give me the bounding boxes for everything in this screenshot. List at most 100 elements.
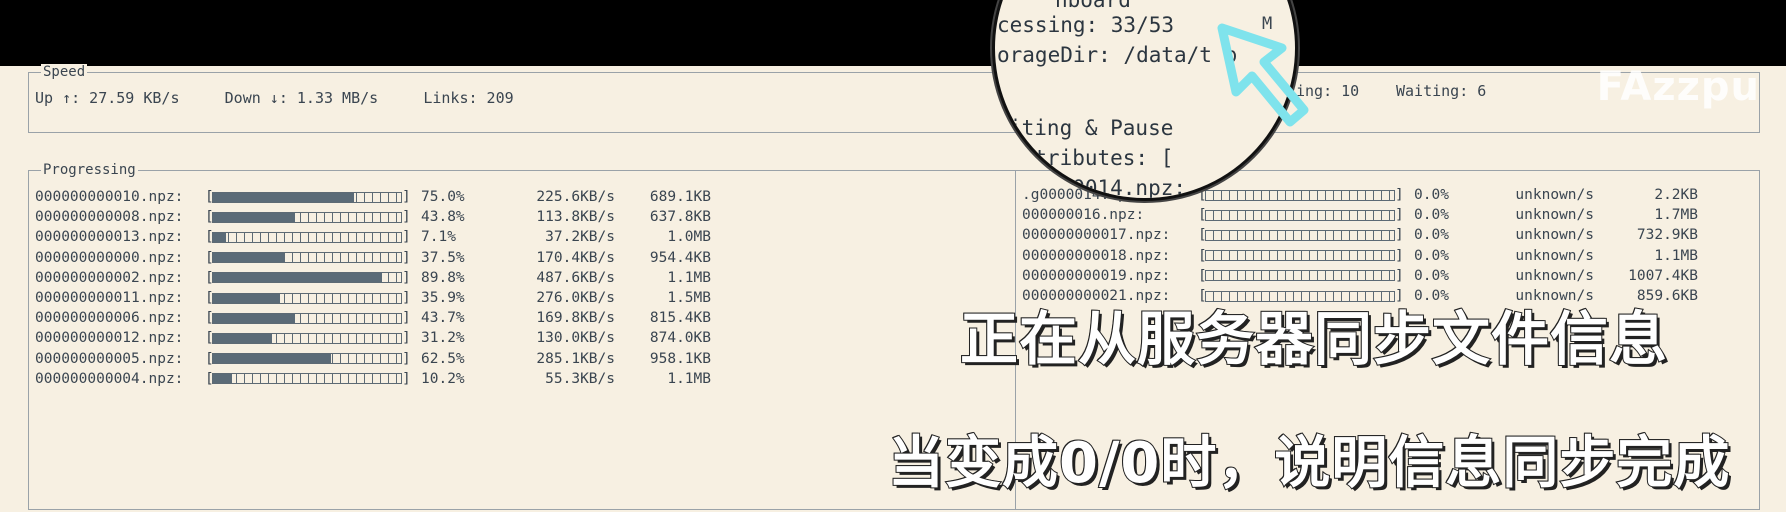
waiting-row: 000000000018.npz: [] 0.0% unknown/s 1.1MB: [1022, 246, 1698, 266]
waiting-row: 000000000019.npz: [] 0.0% unknown/s 1007.4KB: [1022, 266, 1698, 286]
progress-bar: []: [1198, 207, 1404, 224]
download-speed: unknown/s: [1515, 267, 1594, 284]
file-name: 000000000019.npz:: [1022, 267, 1171, 284]
progress-bar: []: [1198, 267, 1404, 284]
progressing-panel-title: Progressing: [41, 162, 138, 178]
waiting-row: 000000000017.npz: [] 0.0% unknown/s 732.9KB: [1022, 225, 1698, 245]
progress-percent: 62.5%: [421, 350, 465, 367]
progress-row: 000000000006.npz: [] 43.7% 169.8KB/s 815.4KB: [35, 308, 711, 328]
file-size: 689.1KB: [649, 189, 711, 206]
subtitle-caption-1: 正在从服务器同步文件信息: [959, 304, 1669, 374]
file-size: 1.1MB: [1654, 247, 1698, 264]
progress-percent: 89.8%: [421, 269, 465, 286]
download-speed: unknown/s: [1515, 227, 1594, 244]
download-speed: unknown/s: [1515, 207, 1594, 224]
progress-row: 000000000000.npz: [] 37.5% 170.4KB/s 954.4KB: [35, 248, 711, 268]
waiting-row: 000000016.npz: [] 0.0% unknown/s 1.7MB: [1022, 205, 1698, 225]
file-size: 732.9KB: [1636, 227, 1698, 244]
file-name: 000000000008.npz:: [35, 209, 184, 226]
progress-row: 000000000011.npz: [] 35.9% 276.0KB/s 1.5MB: [35, 288, 711, 308]
progress-bar: []: [205, 290, 411, 307]
progress-percent: 75.0%: [421, 189, 465, 206]
file-size: 954.4KB: [649, 249, 711, 266]
progressing-panel: Progressing 000000000010.npz: [] 75.0% 225.…: [28, 162, 1016, 510]
progress-percent: 7.1%: [421, 229, 456, 246]
watermark-logo: FAzzpu: [1596, 64, 1760, 110]
magnifier-line-dashboard: hboard: [1055, 0, 1131, 12]
download-speed: 37.2KB/s: [545, 229, 615, 246]
file-size: 1.7MB: [1654, 207, 1698, 224]
progress-percent: 10.2%: [421, 370, 465, 387]
progress-percent: 0.0%: [1414, 227, 1449, 244]
download-speed: unknown/s: [1515, 187, 1594, 204]
progress-row: 000000000012.npz: [] 31.2% 130.0KB/s 874.0KB: [35, 328, 711, 348]
progress-percent: 0.0%: [1414, 267, 1449, 284]
cursor-arrow-icon: [1217, 23, 1309, 127]
download-speed: 55.3KB/s: [545, 370, 615, 387]
progress-row: 000000000004.npz: [] 10.2% 55.3KB/s 1.1MB: [35, 369, 711, 389]
progress-bar: []: [205, 330, 411, 347]
file-name: 000000000018.npz:: [1022, 247, 1171, 264]
progress-bar: []: [205, 370, 411, 387]
download-speed: 170.4KB/s: [536, 249, 615, 266]
file-size: 637.8KB: [649, 209, 711, 226]
file-name: 000000000017.npz:: [1022, 227, 1171, 244]
progress-row: 000000000005.npz: [] 62.5% 285.1KB/s 958.1KB: [35, 349, 711, 369]
file-name: 000000000006.npz:: [35, 310, 184, 327]
file-size: 1.0MB: [667, 229, 711, 246]
waiting-list: .g0000014.npz:[] 0.0% unknown/s 2.2KB 000000…: [1022, 185, 1698, 306]
progress-percent: 43.7%: [421, 310, 465, 327]
download-speed: 225.6KB/s: [536, 189, 615, 206]
progress-bar: []: [205, 269, 411, 286]
file-size: 874.0KB: [649, 330, 711, 347]
file-size: 1.1MB: [667, 370, 711, 387]
progress-percent: 0.0%: [1414, 187, 1449, 204]
progress-percent: 0.0%: [1414, 247, 1449, 264]
file-name: 000000000004.npz:: [35, 370, 184, 387]
progress-bar: []: [205, 229, 411, 246]
download-speed: unknown/s: [1515, 247, 1594, 264]
file-name: 000000000000.npz:: [35, 249, 184, 266]
speed-panel-title: Speed: [41, 64, 88, 80]
download-speed: 276.0KB/s: [536, 290, 615, 307]
file-size: 815.4KB: [649, 310, 711, 327]
file-size: 1.1MB: [667, 269, 711, 286]
progress-bar: []: [1198, 247, 1404, 264]
file-size: 958.1KB: [649, 350, 711, 367]
waiting-count: Waiting: 6: [1396, 82, 1487, 100]
progress-bar: []: [205, 189, 411, 206]
file-size: 1.5MB: [667, 290, 711, 307]
progress-bar: []: [205, 209, 411, 226]
download-speed: 169.8KB/s: [536, 310, 615, 327]
progress-bar: []: [205, 249, 411, 266]
progress-percent: 43.8%: [421, 209, 465, 226]
file-name: 000000000013.npz:: [35, 229, 184, 246]
progress-row: 000000000013.npz: [] 7.1% 37.2KB/s 1.0MB: [35, 227, 711, 247]
speed-stats: Up ↑: 27.59 KB/s Down ↓: 1.33 MB/s Links…: [35, 89, 514, 107]
progress-percent: 37.5%: [421, 249, 465, 266]
file-name: 000000000010.npz:: [35, 189, 184, 206]
magnifier-line-attributes: attributes: [: [1009, 146, 1174, 170]
file-name: 000000000012.npz:: [35, 330, 184, 347]
progress-percent: 31.2%: [421, 330, 465, 347]
progress-bar: []: [1198, 187, 1404, 204]
progress-percent: 35.9%: [421, 290, 465, 307]
download-speed: 487.6KB/s: [536, 269, 615, 286]
file-size: 1007.4KB: [1628, 267, 1698, 284]
speed-panel: Speed Up ↑: 27.59 KB/s Down ↓: 1.33 MB/s…: [28, 64, 1016, 133]
progress-row: 000000000010.npz: [] 75.0% 225.6KB/s 689.1KB: [35, 187, 711, 207]
top-black-band: [0, 0, 1786, 66]
file-name: 000000000011.npz:: [35, 290, 184, 307]
magnifier-line-file-1: .g0000014.npz:: [1009, 176, 1187, 200]
magnifier-line-processing: cessing: 33/53: [997, 13, 1175, 37]
progress-bar: []: [205, 350, 411, 367]
download-speed: 113.8KB/s: [536, 209, 615, 226]
progress-bar: []: [1198, 227, 1404, 244]
file-size: 2.2KB: [1654, 187, 1698, 204]
progress-row: 000000000008.npz: [] 43.8% 113.8KB/s 637.8KB: [35, 207, 711, 227]
subtitle-caption-2: 当变成0/0时，说明信息同步完成: [887, 430, 1731, 497]
download-speed: 130.0KB/s: [536, 330, 615, 347]
magnifier-line-waiting-title: iting & Pause: [1009, 116, 1174, 140]
download-speed: 285.1KB/s: [536, 350, 615, 367]
file-name: 000000000002.npz:: [35, 269, 184, 286]
